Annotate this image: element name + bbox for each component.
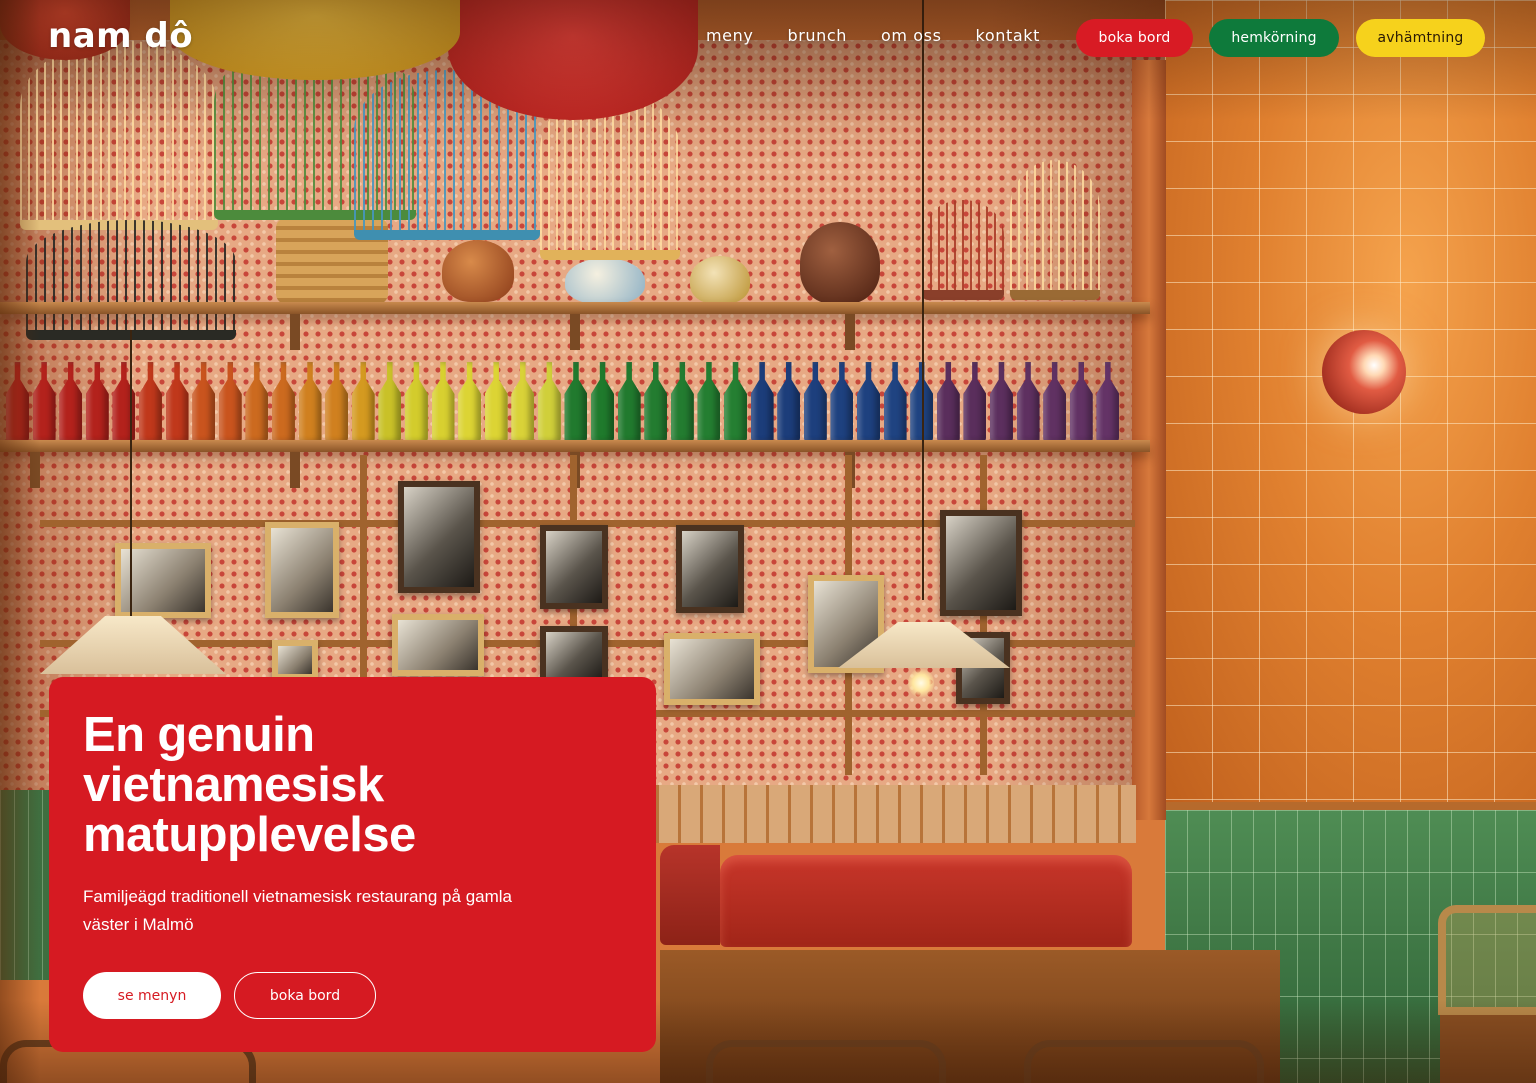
bottle xyxy=(1043,362,1067,442)
lamp-cord xyxy=(130,330,132,620)
jar xyxy=(800,222,880,304)
teapot xyxy=(442,240,514,302)
book-table-button[interactable]: boka bord xyxy=(1076,19,1193,57)
bottle xyxy=(1069,362,1093,442)
bottle xyxy=(857,362,880,442)
bottle xyxy=(591,362,615,442)
shelf-bracket xyxy=(290,314,300,350)
bottle xyxy=(511,362,535,442)
bottle xyxy=(537,362,561,442)
chair xyxy=(1438,905,1536,1015)
bottle xyxy=(644,362,668,442)
framed-photo xyxy=(265,522,339,618)
hero-book-table-button[interactable]: boka bord xyxy=(234,972,376,1019)
hero-card: En genuin vietnamesisk matupplevelse Fam… xyxy=(49,677,656,1052)
framed-photo xyxy=(272,640,318,680)
bottle xyxy=(245,362,269,442)
wall-panel xyxy=(656,785,1136,843)
hero-description: Familjeägd traditionell vietnamesisk res… xyxy=(83,887,512,934)
bottle xyxy=(1096,362,1120,442)
bottle xyxy=(697,362,721,442)
bottle xyxy=(724,362,748,442)
bottle xyxy=(192,362,216,442)
framed-photo xyxy=(676,525,744,613)
framed-photo xyxy=(664,633,760,705)
nav-item-om-oss[interactable]: om oss xyxy=(881,26,942,45)
bottle xyxy=(936,362,960,442)
hero-heading: En genuin vietnamesisk matupplevelse xyxy=(83,708,416,862)
bottle xyxy=(85,362,109,442)
birdcage xyxy=(1010,160,1100,300)
birdcage xyxy=(922,200,1004,300)
bottle xyxy=(59,362,83,442)
brand-logo[interactable]: nam dô xyxy=(48,16,193,56)
shelf-bracket xyxy=(290,452,300,488)
bottle xyxy=(803,362,827,442)
bottle xyxy=(378,362,402,442)
lamp-bulb xyxy=(908,668,934,698)
main-nav: meny brunch om oss kontakt xyxy=(706,26,1040,45)
red-bench xyxy=(720,855,1132,947)
bottle xyxy=(564,362,588,442)
upper-shelf xyxy=(0,302,1150,314)
bottle xyxy=(271,362,295,442)
hanging-birdcage xyxy=(26,220,236,340)
site-header: nam dô meny brunch om oss kontakt boka b… xyxy=(0,0,1536,80)
bottle xyxy=(670,362,694,442)
bench xyxy=(660,845,720,945)
bottle xyxy=(750,362,774,442)
bottle xyxy=(458,362,482,442)
bottle xyxy=(431,362,455,442)
framed-portrait xyxy=(940,510,1022,616)
pot xyxy=(690,256,750,304)
shelf-bracket xyxy=(845,314,855,350)
lower-shelf xyxy=(0,440,1150,452)
bottle xyxy=(883,362,907,442)
nav-item-kontakt[interactable]: kontakt xyxy=(976,26,1040,45)
bottle xyxy=(830,362,854,442)
bottle xyxy=(165,362,189,442)
view-menu-button[interactable]: se menyn xyxy=(83,972,221,1019)
bottle-row xyxy=(6,362,1136,442)
bowl xyxy=(565,258,645,304)
bottle xyxy=(777,362,801,442)
bottle xyxy=(989,362,1013,442)
bottle xyxy=(325,362,349,442)
framed-photo xyxy=(392,614,484,676)
wall-lamp xyxy=(1322,330,1406,414)
nav-item-brunch[interactable]: brunch xyxy=(787,26,847,45)
bottle xyxy=(484,362,508,442)
bottle xyxy=(963,362,987,442)
nav-item-meny[interactable]: meny xyxy=(706,26,753,45)
bottle xyxy=(1016,362,1040,442)
bottle xyxy=(298,362,322,442)
shelf-bracket xyxy=(570,314,580,350)
bottle xyxy=(138,362,162,442)
delivery-button[interactable]: hemkörning xyxy=(1209,19,1339,57)
bottle xyxy=(617,362,641,442)
pickup-button[interactable]: avhämtning xyxy=(1356,19,1485,57)
framed-portrait xyxy=(398,481,480,593)
framed-photo xyxy=(540,525,608,609)
edge-shadow xyxy=(0,0,40,1083)
bottle xyxy=(218,362,242,442)
bottle xyxy=(351,362,375,442)
bottle xyxy=(404,362,428,442)
